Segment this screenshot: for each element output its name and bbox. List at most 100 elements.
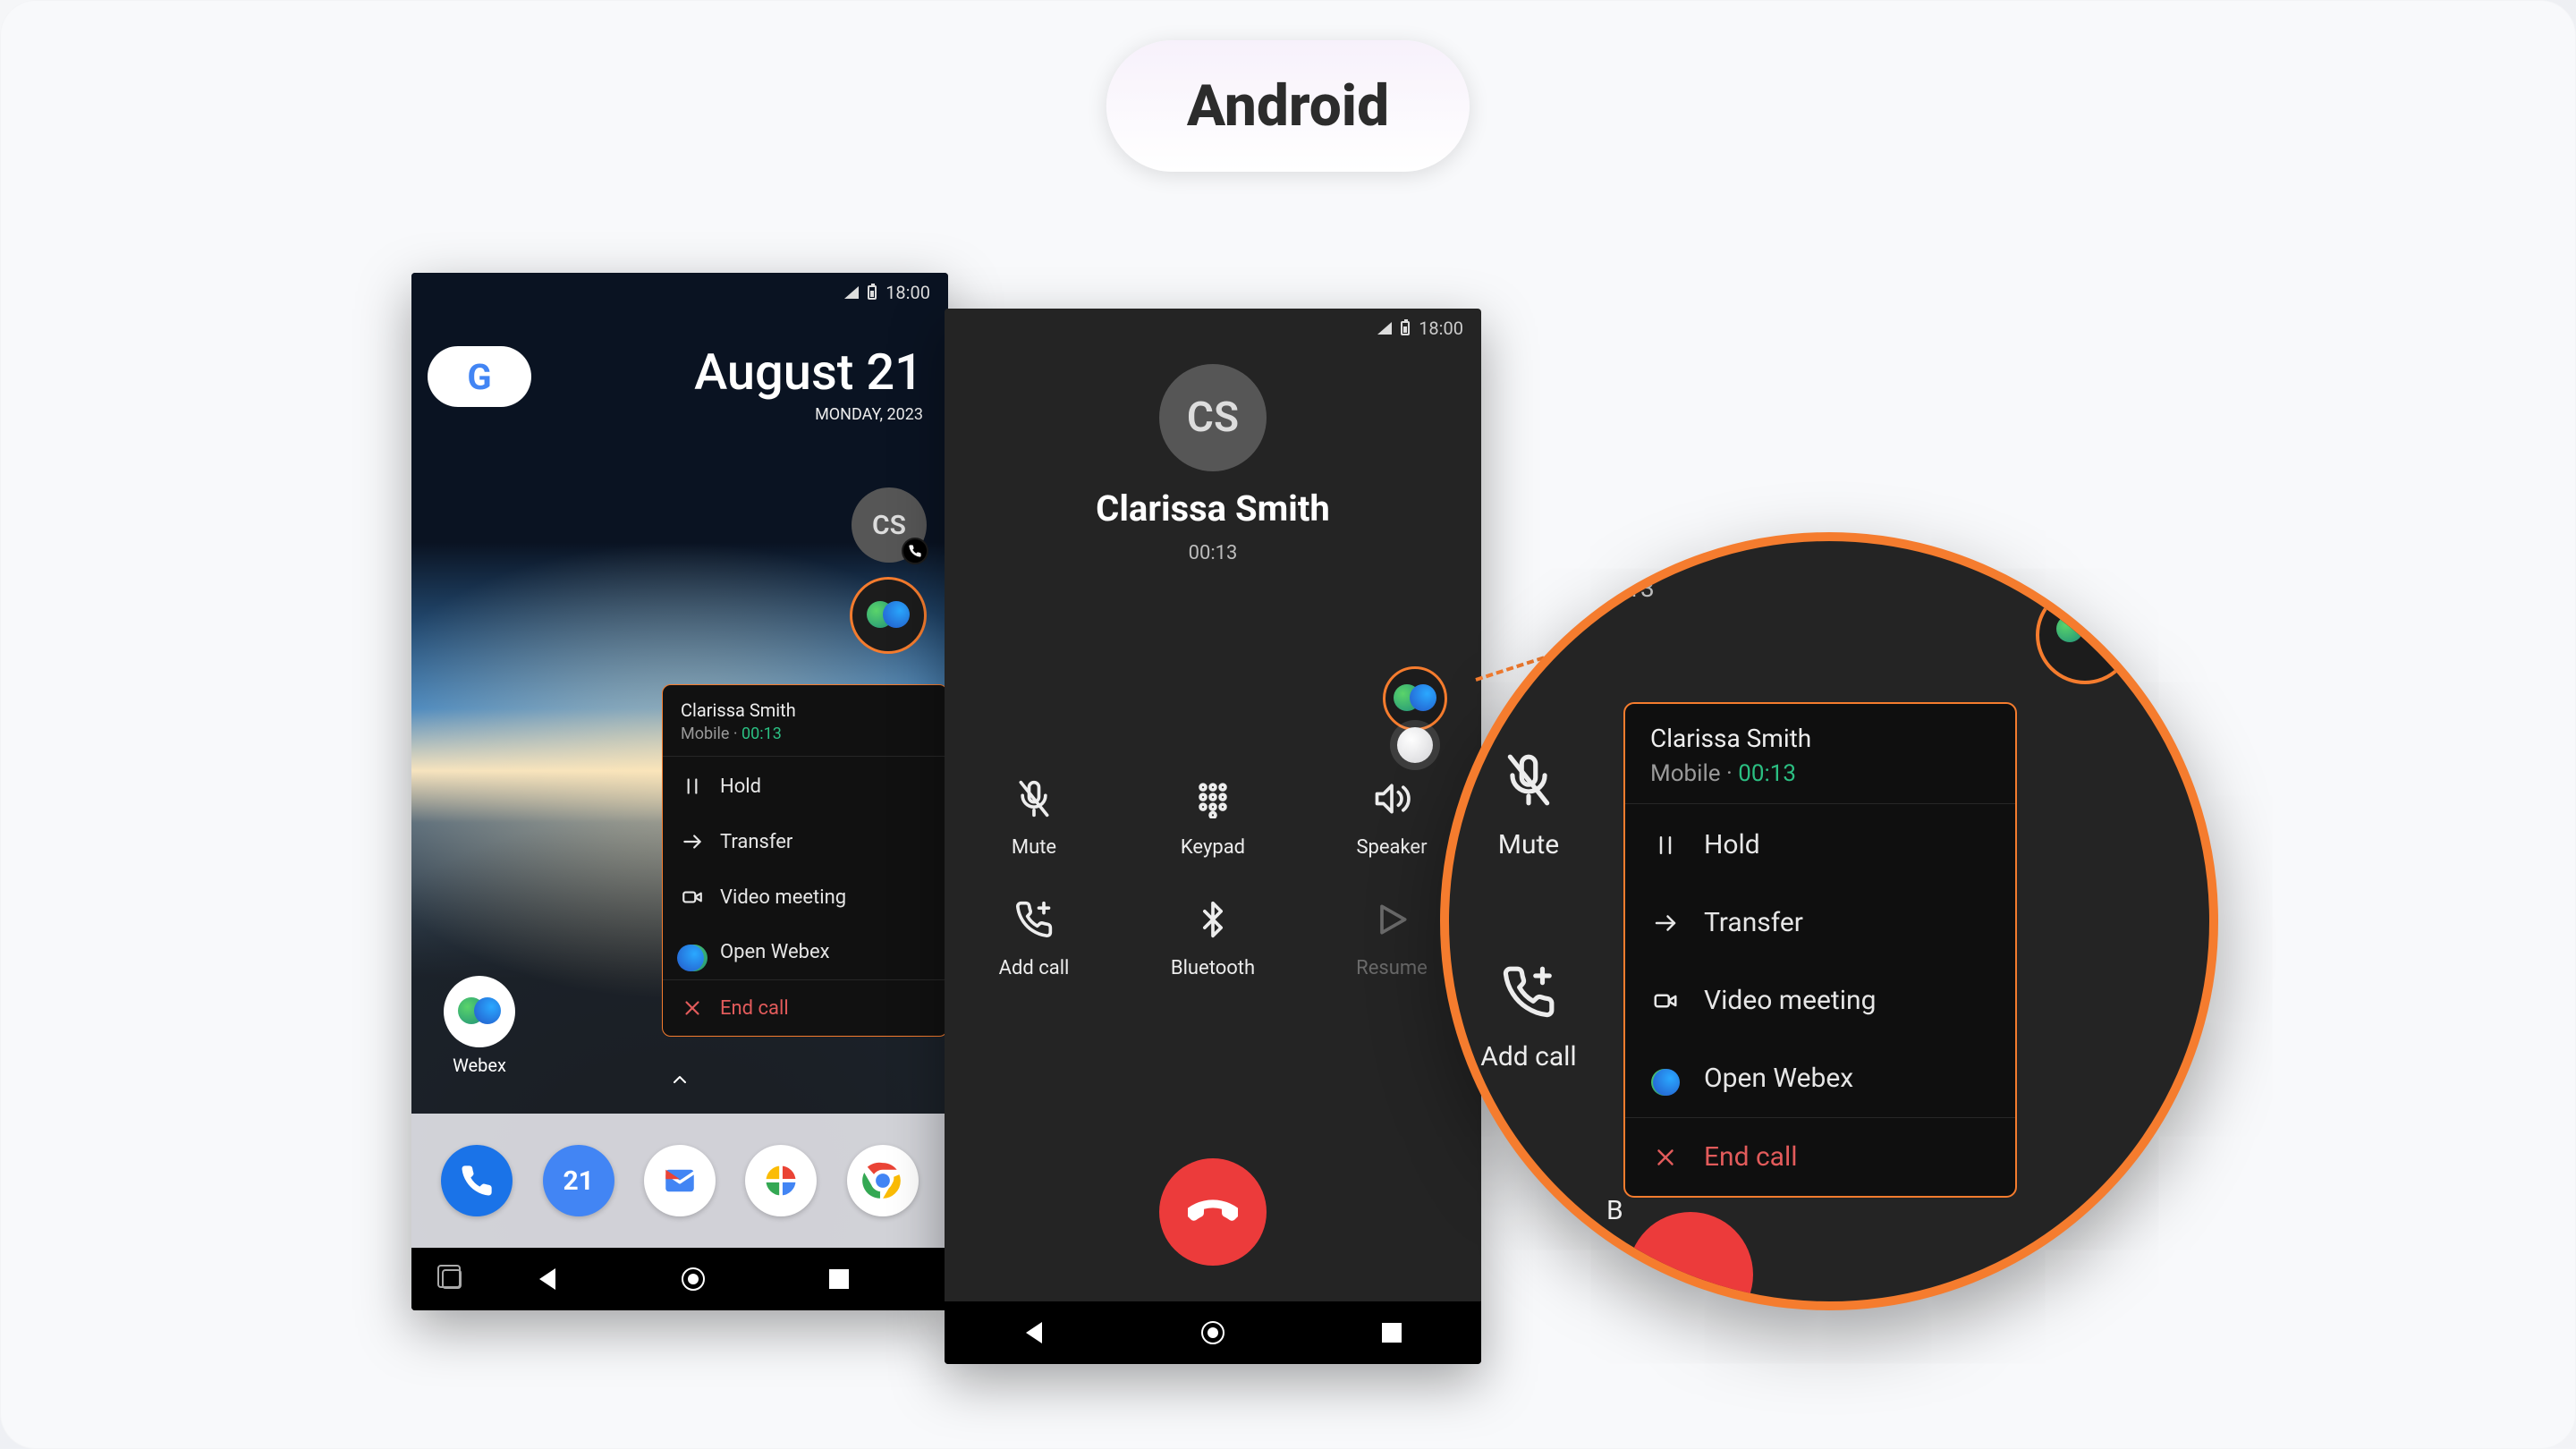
control-label: Add call [945,957,1123,979]
floating-webex-bubble[interactable] [1383,666,1447,731]
control-label: Mute [945,836,1123,859]
ctx-item-end-call[interactable]: End call [663,979,947,1036]
pause-icon [681,775,704,798]
control-mute[interactable]: Mute [945,774,1123,859]
ctx-sep: · [1721,760,1739,787]
phone-callscreen: 18:00 CS Clarissa Smith 00:13 Mute Keypa… [945,309,1481,1364]
ctx-item-transfer[interactable]: Transfer [1625,884,2015,962]
app-drawer-handle-icon[interactable] [669,1069,691,1096]
control-mute[interactable]: Mute [1440,747,1640,860]
webex-app-icon [444,976,515,1047]
nav-back-icon[interactable] [539,1268,555,1290]
dock-chrome-app[interactable] [847,1145,919,1216]
arrow-right-icon [681,830,704,853]
bluetooth-icon [1123,894,1302,945]
ctx-item-hold[interactable]: Hold [663,758,947,814]
status-clock: 18:00 [886,282,930,303]
ctx-label: Video meeting [720,886,846,909]
diagram-card: Android 18:00 G August 21 MONDAY, 2023 C… [0,0,2576,1449]
control-label: Bluetooth [1123,957,1302,979]
ctx-sep: · [729,724,741,743]
platform-pill: Android [1106,40,1470,172]
keypad-icon [1123,774,1302,824]
calendar-day-number: 21 [563,1165,593,1197]
control-label: Keypad [1123,836,1302,859]
ctx-label: Hold [720,775,761,798]
webex-icon [867,601,910,630]
status-bar: 18:00 [945,309,1481,343]
dock-calendar-app[interactable]: 21 [543,1145,614,1216]
call-timer: 00:13 [945,542,1481,564]
ctx-item-video[interactable]: Video meeting [663,869,947,925]
call-timer: 00:13 [1592,573,1655,603]
call-controls-column: Mute Add call [1440,747,1640,1072]
android-nav-bar [411,1248,948,1310]
dock-phone-app[interactable] [441,1145,513,1216]
contact-initials: CS [872,510,906,541]
nav-recents-icon[interactable] [829,1269,849,1289]
touch-indicator-icon [1397,727,1433,763]
caller-info: CS Clarissa Smith 00:13 [945,364,1481,564]
google-search-pill[interactable]: G [428,346,531,407]
ctx-label: End call [720,997,789,1020]
floating-webex-bubble[interactable] [2036,586,2134,684]
ctx-label: Video meeting [1704,985,1876,1016]
nav-home-icon[interactable] [1201,1321,1224,1344]
battery-icon [1401,321,1410,335]
end-call-button[interactable] [1159,1158,1267,1266]
nav-home-icon[interactable] [682,1267,705,1291]
end-call-button-peek [1628,1212,1753,1310]
video-icon [681,886,704,909]
webex-app-label: Webex [453,1055,506,1076]
ctx-label: End call [1704,1141,1798,1173]
ctx-call-type: Mobile [681,724,729,743]
ctx-caller-name: Clarissa Smith [1650,724,1990,753]
date-widget[interactable]: August 21 MONDAY, 2023 [694,343,923,424]
webex-app-shortcut[interactable]: Webex [444,976,515,1076]
mic-off-icon [1440,747,1640,813]
floating-webex-bubble[interactable] [850,577,927,654]
nav-recents-icon[interactable] [1382,1323,1402,1343]
control-keypad[interactable]: Keypad [1123,774,1302,859]
close-icon [681,996,704,1020]
ctx-header: Clarissa Smith Mobile · 00:13 [1625,704,2015,801]
pause-icon [1650,832,1681,859]
android-nav-bar [945,1301,1481,1364]
webex-icon [2056,615,2114,655]
ctx-header: Clarissa Smith Mobile · 00:13 [663,685,947,754]
ctx-label: Hold [1704,829,1760,860]
nav-back-icon[interactable] [1026,1322,1042,1343]
phone-badge-icon [902,538,928,564]
control-add-call[interactable]: Add call [945,894,1123,979]
control-label: Add call [1440,1041,1640,1072]
status-clock: 18:00 [1419,318,1463,339]
ctx-item-end-call[interactable]: End call [1625,1117,2015,1196]
dock: 21 [411,1114,948,1248]
signal-icon [1377,322,1392,335]
dock-mail-app[interactable] [644,1145,716,1216]
ctx-caller-name: Clarissa Smith [681,699,929,721]
ctx-item-hold[interactable]: Hold [1625,806,2015,884]
mic-off-icon [945,774,1123,824]
webex-small-icon [1650,1069,1681,1089]
floating-contact-bubble[interactable]: CS [852,487,927,563]
webex-small-icon [681,945,704,961]
signal-icon [844,286,859,299]
control-bluetooth[interactable]: Bluetooth [1123,894,1302,979]
ctx-label: Open Webex [720,941,830,963]
webex-icon [1394,684,1436,713]
arrow-right-icon [1650,910,1681,936]
control-add-call[interactable]: Add call [1440,959,1640,1072]
ctx-item-transfer[interactable]: Transfer [663,814,947,869]
caller-initials: CS [1187,394,1239,442]
ctx-label: Transfer [720,831,792,853]
video-icon [1650,987,1681,1014]
overview-copy-icon[interactable] [442,1269,462,1289]
caller-avatar: CS [1159,364,1267,471]
ctx-item-video[interactable]: Video meeting [1625,962,2015,1039]
ctx-item-open-webex[interactable]: Open Webex [1625,1039,2015,1117]
call-context-menu-small: Clarissa Smith Mobile · 00:13 Hold Trans… [662,684,948,1037]
control-bluetooth-cut: B [1606,1195,1623,1226]
ctx-item-open-webex[interactable]: Open Webex [663,925,947,979]
dock-photos-app[interactable] [745,1145,817,1216]
